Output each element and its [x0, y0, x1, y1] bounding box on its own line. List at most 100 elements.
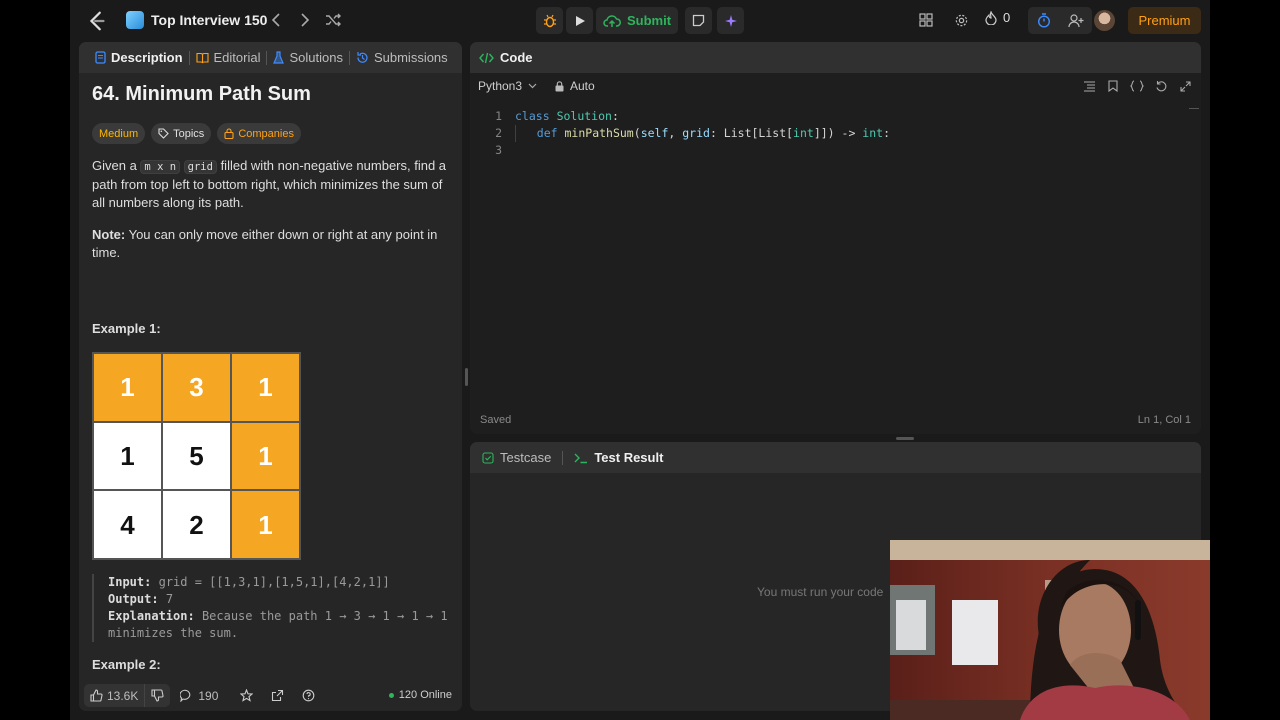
streak-count: 0 [1003, 10, 1011, 25]
chevron-down-icon [528, 83, 537, 89]
example-1-block: Input: grid = [[1,3,1],[1,5,1],[4,2,1]] … [92, 574, 450, 642]
submit-button[interactable]: Submit [596, 7, 678, 34]
topics-label: Topics [173, 127, 205, 140]
mode-label: Auto [570, 79, 595, 93]
debug-button[interactable] [536, 7, 563, 34]
example-explanation: Explanation: Because the path 1 → 3 → 1 … [108, 608, 450, 642]
editor-actions [1081, 78, 1193, 94]
note-icon[interactable] [685, 7, 712, 34]
line-number: 3 [495, 143, 502, 157]
like-count: 13.6K [107, 688, 139, 703]
submit-label: Submit [626, 13, 672, 28]
braces-icon[interactable] [1129, 78, 1145, 94]
tab-divider [562, 450, 564, 465]
tab-label: Editorial [213, 50, 261, 65]
streak-counter[interactable]: 0 [985, 10, 1010, 25]
explanation-label: Explanation: [108, 609, 195, 623]
editor-scrollbar[interactable] [1189, 108, 1199, 109]
grid-cell: 2 [163, 491, 230, 558]
code-panel: Code Python3 Auto 1 2 3 class Solution: … [470, 42, 1201, 434]
vertical-resize-handle[interactable] [465, 368, 468, 386]
expand-icon[interactable] [1177, 78, 1193, 94]
run-button[interactable] [566, 7, 593, 34]
checkbox-icon [482, 451, 494, 464]
terminal-icon [574, 453, 588, 463]
language-label: Python3 [478, 79, 523, 93]
add-user-icon[interactable] [1060, 7, 1092, 34]
grid-cell: 5 [163, 422, 230, 490]
note-text: You can only move either down or right a… [92, 227, 438, 260]
tab-testcase[interactable]: Testcase [482, 450, 551, 465]
online-count: 120 Online [398, 689, 452, 701]
leetcode-logo-icon[interactable] [86, 10, 108, 32]
star-icon[interactable] [240, 689, 254, 702]
like-dislike-group: 13.6K [84, 684, 171, 707]
run-controls: Submit [536, 7, 678, 34]
dislike-button[interactable] [144, 684, 170, 707]
problem-title[interactable]: 64. Minimum Path Sum [92, 84, 450, 113]
bookmark-icon[interactable] [1105, 78, 1121, 94]
tab-label: Test Result [594, 450, 664, 465]
problem-statement: Given a m x n grid filled with non-negat… [92, 157, 450, 212]
format-icon[interactable] [1081, 78, 1097, 94]
inline-code-grid: grid [183, 160, 217, 174]
grid-cell: 1 [94, 354, 161, 421]
example-grid-image: 1 3 1 1 5 1 4 2 1 [92, 352, 301, 560]
premium-button[interactable]: Premium [1128, 7, 1201, 34]
gear-icon[interactable] [952, 11, 970, 29]
tab-description[interactable]: Description [89, 50, 189, 65]
code-header: Code [470, 42, 1201, 73]
share-icon[interactable] [271, 689, 284, 702]
example-output: Output: 7 [108, 591, 450, 608]
companies-tag[interactable]: Companies [217, 123, 301, 144]
save-status: Saved [480, 414, 512, 426]
tab-label: Description [111, 50, 183, 65]
topics-tag[interactable]: Topics [151, 123, 212, 144]
tab-submissions[interactable]: Submissions [350, 50, 454, 65]
comments-button[interactable]: 190 [180, 689, 218, 703]
language-select[interactable]: Python3 [478, 79, 537, 93]
run-message: You must run your code [757, 585, 884, 599]
solutions-icon [273, 51, 285, 64]
auto-mode-toggle[interactable]: Auto [555, 79, 595, 93]
avatar[interactable] [1094, 10, 1115, 31]
shuffle-icon[interactable] [323, 10, 343, 30]
help-icon[interactable] [302, 689, 315, 702]
output-value: 7 [165, 592, 174, 606]
description-footer: 13.6K 190 120 Online [79, 680, 462, 711]
lock-icon [224, 128, 234, 139]
horizontal-resize-handle[interactable] [896, 437, 914, 440]
tab-editorial[interactable]: Editorial [190, 50, 267, 65]
output-label: Output: [108, 592, 159, 606]
sparkle-icon[interactable] [717, 7, 744, 34]
input-label: Input: [108, 575, 152, 589]
problem-tags: Medium Topics Companies [92, 123, 450, 144]
top-bar: Top Interview 150 Submit 0 Premium [70, 0, 1210, 40]
online-indicator: 120 Online [388, 689, 452, 701]
cursor-position: Ln 1, Col 1 [1137, 414, 1191, 426]
result-tabs: Testcase Test Result [470, 442, 1201, 473]
grid-cell: 1 [232, 491, 299, 558]
chevron-left-icon[interactable] [267, 10, 285, 30]
problem-list-icon[interactable] [126, 11, 144, 29]
code-line: def minPathSum(self, grid: List[List[int… [515, 125, 890, 142]
difficulty-badge[interactable]: Medium [92, 123, 146, 144]
tab-test-result[interactable]: Test Result [574, 450, 663, 465]
editorial-icon [195, 52, 209, 63]
like-button[interactable]: 13.6K [84, 684, 144, 707]
problem-list-title[interactable]: Top Interview 150 [151, 12, 267, 28]
code-icon [479, 52, 494, 63]
inline-code-mxn: m x n [140, 160, 181, 174]
code-line: class Solution: [515, 109, 619, 123]
chevron-right-icon[interactable] [296, 10, 314, 30]
grid-cell: 1 [94, 422, 161, 490]
reset-icon[interactable] [1153, 78, 1169, 94]
submissions-icon [357, 52, 368, 63]
tab-label: Solutions [289, 50, 343, 65]
timer-icon[interactable] [1028, 7, 1060, 34]
description-body: 64. Minimum Path Sum Medium Topics Compa… [92, 84, 450, 674]
layout-grid-icon[interactable] [917, 11, 935, 29]
comment-count: 190 [198, 688, 219, 703]
statement-text: Given a [92, 158, 141, 173]
tab-solutions[interactable]: Solutions [267, 50, 348, 65]
